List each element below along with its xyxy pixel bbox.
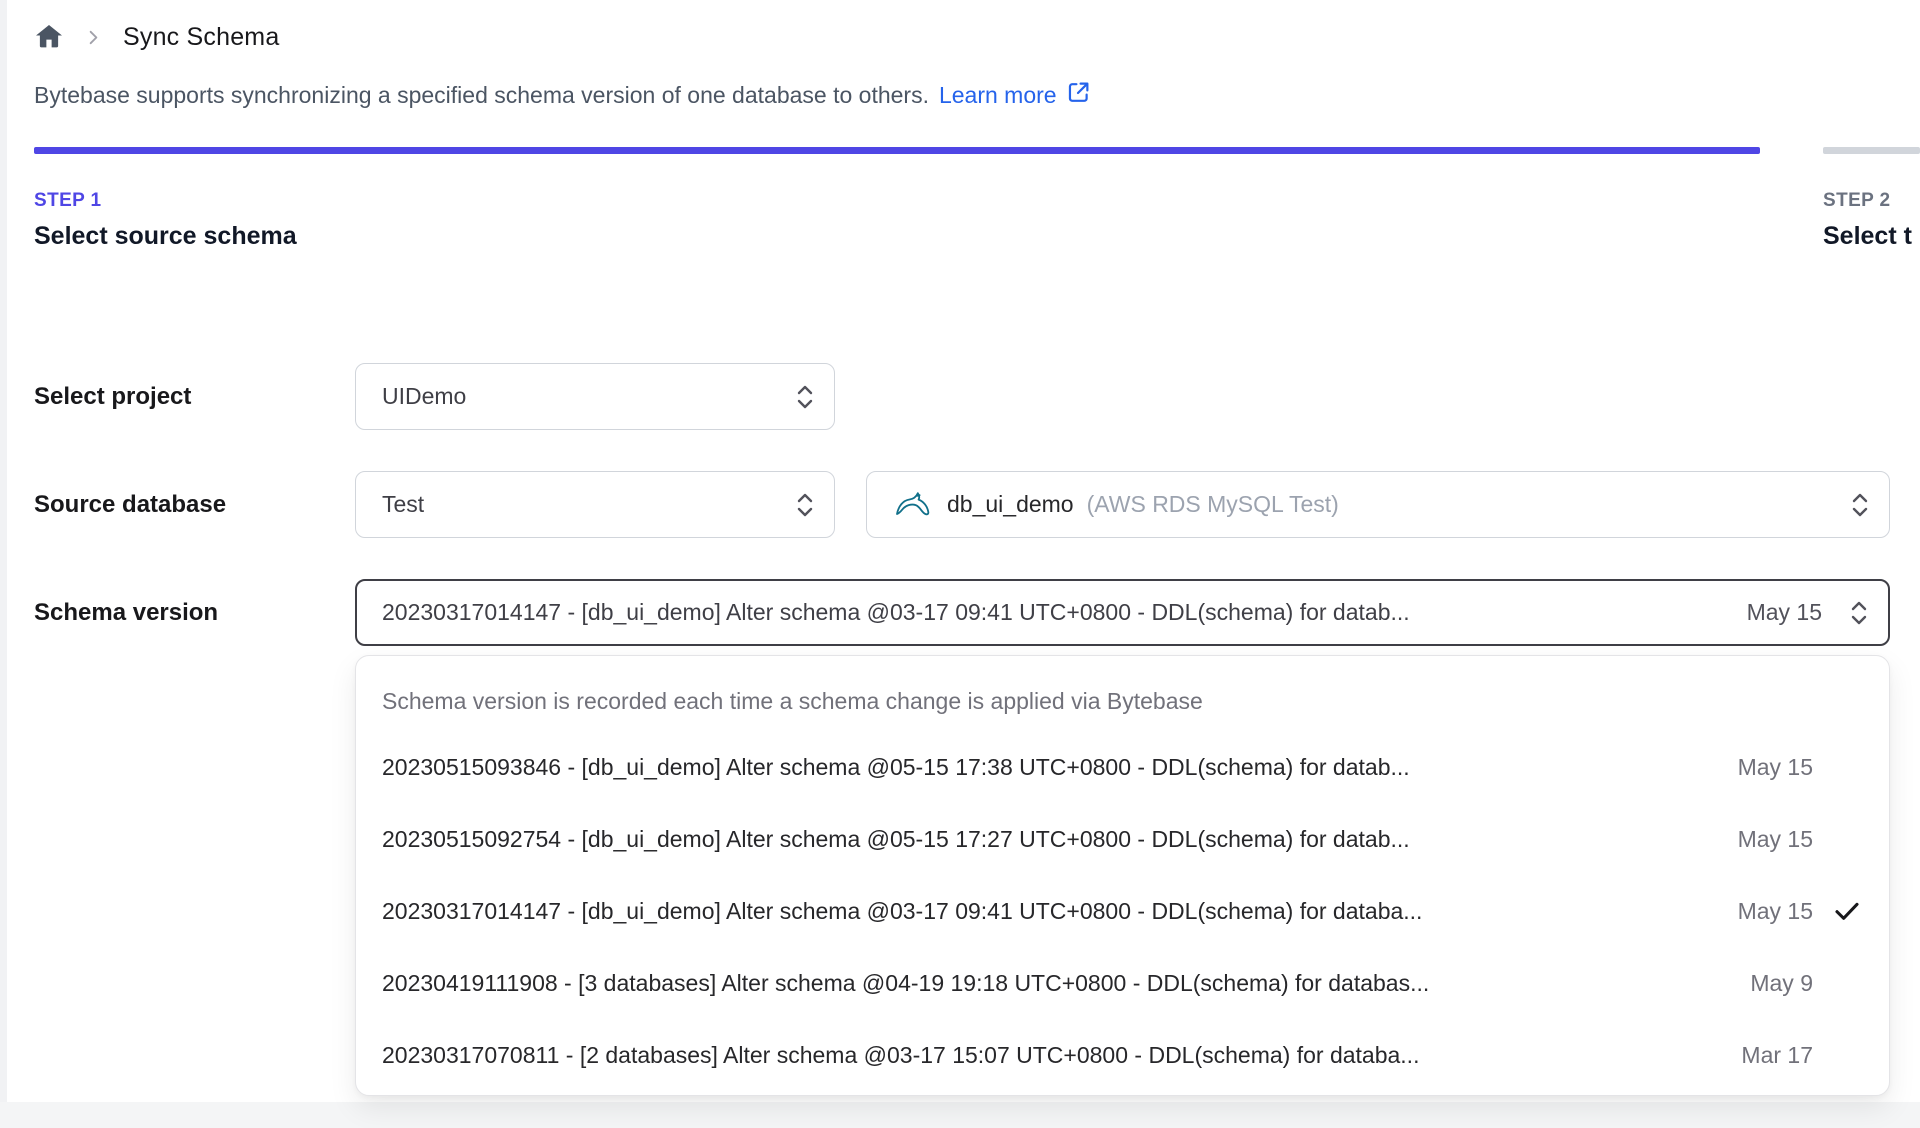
database-select-detail: (AWS RDS MySQL Test) — [1086, 491, 1339, 517]
environment-select-value: Test — [382, 491, 425, 517]
option-date: May 15 — [1737, 897, 1813, 924]
schema-version-option[interactable]: 20230515093846 - [db_ui_demo] Alter sche… — [356, 731, 1889, 803]
project-label: Select project — [34, 382, 192, 410]
external-link-icon — [1066, 80, 1091, 111]
option-text: 20230317070811 - [2 databases] Alter sch… — [382, 1041, 1420, 1068]
chevron-updown-icon — [1848, 598, 1870, 628]
step-1: STEP 1 Select source schema — [34, 147, 1760, 251]
learn-more-label: Learn more — [938, 82, 1057, 108]
selected-check-icon — [1813, 967, 1863, 999]
home-icon[interactable] — [34, 22, 64, 52]
source-database-row: Source database Test db_ui_demo (AWS RDS… — [34, 471, 1920, 538]
selected-check-icon — [1813, 823, 1863, 855]
project-row: Select project UIDemo — [34, 363, 1920, 430]
database-select-value: db_ui_demo — [947, 491, 1074, 517]
option-text: 20230515093846 - [db_ui_demo] Alter sche… — [382, 753, 1410, 780]
schema-version-select[interactable]: 20230317014147 - [db_ui_demo] Alter sche… — [355, 579, 1890, 646]
selected-check-icon — [1813, 751, 1863, 783]
bottom-edge-strip — [0, 1102, 1920, 1128]
chevron-right-icon — [84, 28, 103, 47]
schema-version-row: Schema version 20230317014147 - [db_ui_d… — [34, 579, 1920, 646]
mysql-icon — [893, 489, 933, 521]
main-content: Sync Schema Bytebase supports synchroniz… — [0, 0, 1920, 646]
breadcrumb: Sync Schema — [34, 18, 1920, 56]
intro-line: Bytebase supports synchronizing a specif… — [34, 80, 1920, 111]
option-date: Mar 17 — [1741, 1041, 1813, 1068]
dropdown-header-hint: Schema version is recorded each time a s… — [382, 688, 1203, 714]
schema-version-option[interactable]: 20230419111908 - [3 databases] Alter sch… — [356, 947, 1889, 1019]
chevron-updown-icon — [794, 490, 816, 520]
schema-version-select-value: 20230317014147 - [db_ui_demo] Alter sche… — [382, 599, 1410, 625]
source-database-label: Source database — [34, 490, 227, 518]
schema-version-label: Schema version — [34, 598, 219, 626]
environment-select[interactable]: Test — [355, 471, 835, 538]
project-select[interactable]: UIDemo — [355, 363, 835, 430]
step-progress: STEP 1 Select source schema STEP 2 Selec… — [34, 147, 1920, 251]
project-select-value: UIDemo — [382, 383, 467, 409]
option-date: May 15 — [1737, 753, 1813, 780]
schema-version-option[interactable]: 20230317070811 - [2 databases] Alter sch… — [356, 1019, 1889, 1091]
option-text: 20230419111908 - [3 databases] Alter sch… — [382, 969, 1430, 996]
source-schema-form: Select project UIDemo Source database Te… — [34, 363, 1920, 646]
option-date: May 15 — [1737, 825, 1813, 852]
step-2-title: Select t — [1823, 222, 1912, 250]
intro-text: Bytebase supports synchronizing a specif… — [34, 82, 929, 108]
page-title: Sync Schema — [123, 22, 280, 51]
option-text: 20230515092754 - [db_ui_demo] Alter sche… — [382, 825, 1410, 852]
step-2: STEP 2 Select t — [1823, 147, 1920, 251]
chevron-updown-icon — [1849, 490, 1871, 520]
schema-version-dropdown: Schema version is recorded each time a s… — [355, 655, 1890, 1096]
schema-version-option[interactable]: 20230515092754 - [db_ui_demo] Alter sche… — [356, 803, 1889, 875]
selected-check-icon — [1813, 1039, 1863, 1071]
selected-check-icon — [1813, 895, 1863, 927]
sync-schema-page: Sync Schema Bytebase supports synchroniz… — [0, 0, 1920, 1128]
schema-version-option[interactable]: 20230317014147 - [db_ui_demo] Alter sche… — [356, 875, 1889, 947]
option-date: May 9 — [1750, 969, 1813, 996]
database-select[interactable]: db_ui_demo (AWS RDS MySQL Test) — [866, 471, 1890, 538]
learn-more-link[interactable]: Learn more — [939, 80, 1091, 111]
step-2-label: STEP 2 — [1823, 190, 1891, 211]
schema-version-select-date: May 15 — [1746, 599, 1822, 625]
step-1-progress-bar — [34, 147, 1760, 154]
step-1-label: STEP 1 — [34, 190, 102, 211]
chevron-updown-icon — [794, 382, 816, 412]
step-1-title: Select source schema — [34, 222, 297, 250]
step-2-progress-bar — [1823, 147, 1920, 154]
option-text: 20230317014147 - [db_ui_demo] Alter sche… — [382, 897, 1423, 924]
